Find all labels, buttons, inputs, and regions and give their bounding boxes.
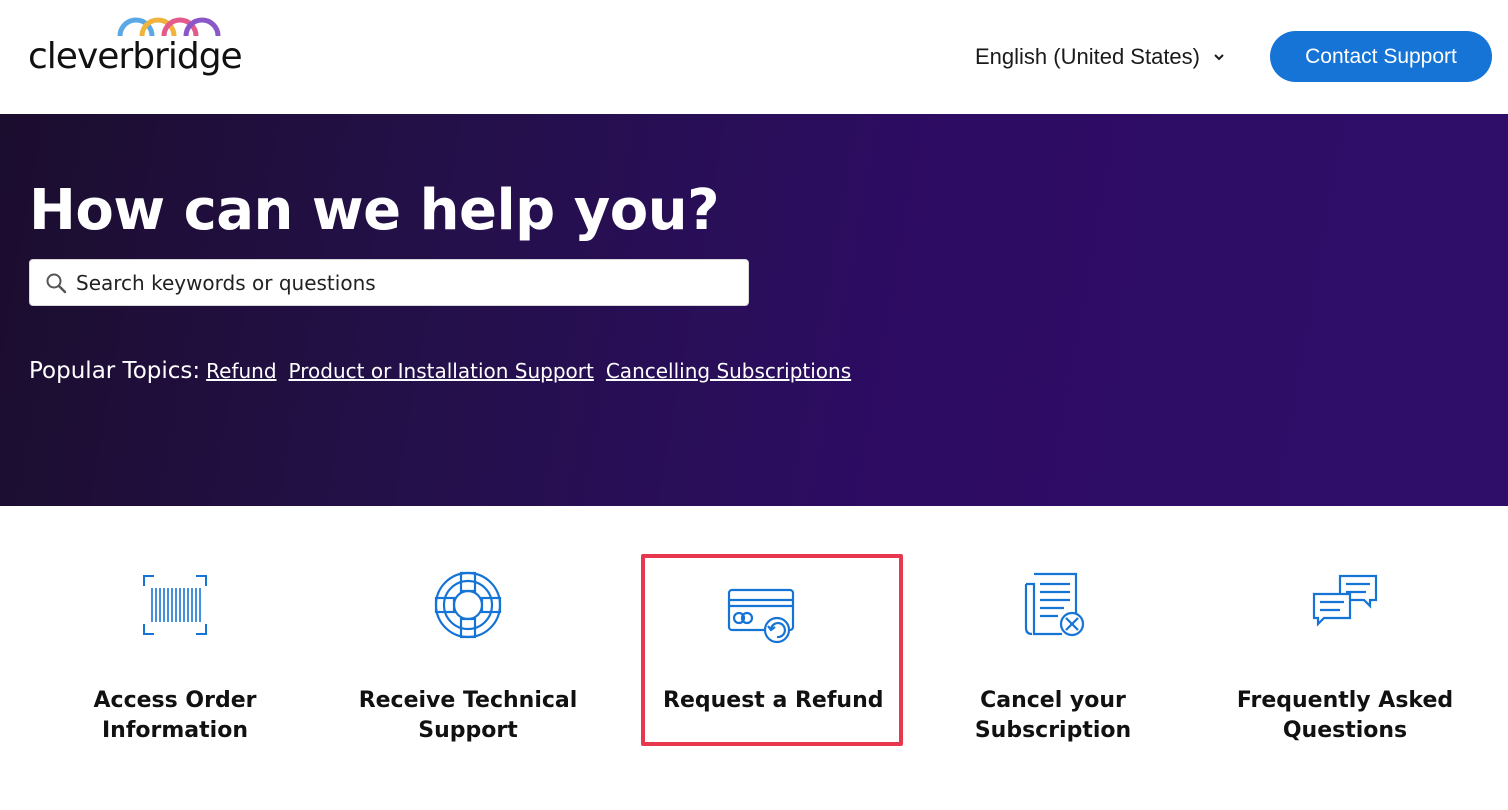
- chat-bubbles-icon: [1312, 574, 1378, 627]
- contact-support-button[interactable]: Contact Support: [1270, 31, 1492, 82]
- barcode-icon: [143, 575, 207, 635]
- card-frequently-asked-questions[interactable]: Frequently Asked Questions: [1214, 554, 1476, 746]
- language-label: English (United States): [975, 44, 1200, 69]
- lifebuoy-icon: [434, 571, 502, 639]
- hero-title: How can we help you?: [29, 178, 720, 243]
- chevron-down-icon: [1214, 54, 1224, 61]
- topic-link-cancelling-subscriptions[interactable]: Cancelling Subscriptions: [606, 359, 851, 383]
- hero-section: How can we help you? Popular Topics: Ref…: [0, 114, 1508, 506]
- credit-card-refund-icon: [727, 588, 795, 644]
- search-icon: [46, 273, 67, 293]
- popular-topics-label: Popular Topics:: [29, 358, 201, 384]
- card-receive-technical-support[interactable]: Receive Technical Support: [337, 554, 599, 746]
- popular-topics: Popular Topics: Refund Product or Instal…: [29, 358, 863, 384]
- card-title: Cancel your Subscription: [974, 688, 1132, 743]
- help-categories: Access Order Information Receive Technic…: [0, 506, 1508, 810]
- logo-arcs-icon: [117, 17, 221, 37]
- card-title: Access Order Information: [93, 688, 257, 743]
- language-selector[interactable]: English (United States): [975, 42, 1226, 72]
- card-request-a-refund[interactable]: Request a Refund: [641, 554, 903, 746]
- card-title: Receive Technical Support: [358, 688, 578, 743]
- card-access-order-information[interactable]: Access Order Information: [44, 554, 306, 746]
- card-cancel-your-subscription[interactable]: Cancel your Subscription: [922, 554, 1184, 746]
- search-input[interactable]: [76, 270, 716, 295]
- search-box[interactable]: [29, 259, 749, 306]
- topic-link-refund[interactable]: Refund: [206, 359, 276, 383]
- document-cancel-icon: [1024, 572, 1085, 637]
- logo-text: cleverbridge: [28, 36, 243, 77]
- site-header: cleverbridge English (United States) Con…: [0, 0, 1508, 114]
- cleverbridge-logo[interactable]: cleverbridge: [28, 16, 243, 77]
- card-title: Frequently Asked Questions: [1236, 688, 1454, 743]
- card-title: Request a Refund: [663, 688, 884, 713]
- topic-link-product-support[interactable]: Product or Installation Support: [289, 359, 594, 383]
